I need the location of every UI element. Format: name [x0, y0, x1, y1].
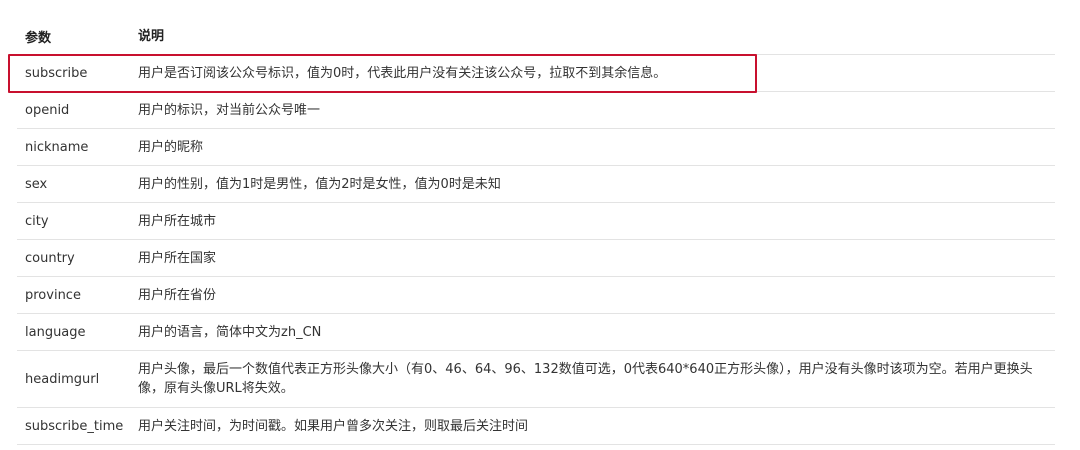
- row-desc: 用户的标识，对当前公众号唯一: [138, 102, 321, 118]
- row-desc: 用户头像，最后一个数值代表正方形头像大小（有0、46、64、96、132数值可选…: [138, 362, 1033, 396]
- row-param: province: [25, 287, 81, 303]
- row-desc: 用户的语言，简体中文为zh_CN: [138, 324, 322, 340]
- highlight-box: [8, 54, 757, 93]
- table-row: city 用户所在城市: [17, 203, 1055, 240]
- header-desc: 说明: [138, 28, 165, 44]
- row-param: subscribe_time: [25, 418, 124, 434]
- row-param: sex: [25, 176, 48, 192]
- header-param: 参数: [25, 30, 52, 46]
- table-row: nickname 用户的昵称: [17, 129, 1055, 166]
- table-row: sex 用户的性别，值为1时是男性，值为2时是女性，值为0时是未知: [17, 166, 1055, 203]
- row-desc: 用户的昵称: [138, 139, 204, 155]
- row-param: headimgurl: [25, 371, 100, 387]
- row-param: country: [25, 250, 75, 266]
- table-row: language 用户的语言，简体中文为zh_CN: [17, 314, 1055, 351]
- row-param: language: [25, 324, 86, 340]
- table-row: openid 用户的标识，对当前公众号唯一: [17, 92, 1055, 129]
- table-row: subscribe_time 用户关注时间，为时间戳。如果用户曾多次关注，则取最…: [17, 408, 1055, 445]
- row-desc: 用户的性别，值为1时是男性，值为2时是女性，值为0时是未知: [138, 176, 501, 192]
- row-param: openid: [25, 102, 70, 118]
- table-row: country 用户所在国家: [17, 240, 1055, 277]
- row-desc: 用户关注时间，为时间戳。如果用户曾多次关注，则取最后关注时间: [138, 418, 529, 434]
- row-param: city: [25, 213, 49, 229]
- table-row: headimgurl 用户头像，最后一个数值代表正方形头像大小（有0、46、64…: [17, 351, 1055, 408]
- table-header-row: 参数 说明: [17, 18, 1055, 55]
- row-param: nickname: [25, 139, 89, 155]
- row-desc: 用户所在城市: [138, 213, 217, 229]
- row-desc: 用户所在国家: [138, 250, 217, 266]
- table-row: province 用户所在省份: [17, 277, 1055, 314]
- row-desc: 用户所在省份: [138, 287, 217, 303]
